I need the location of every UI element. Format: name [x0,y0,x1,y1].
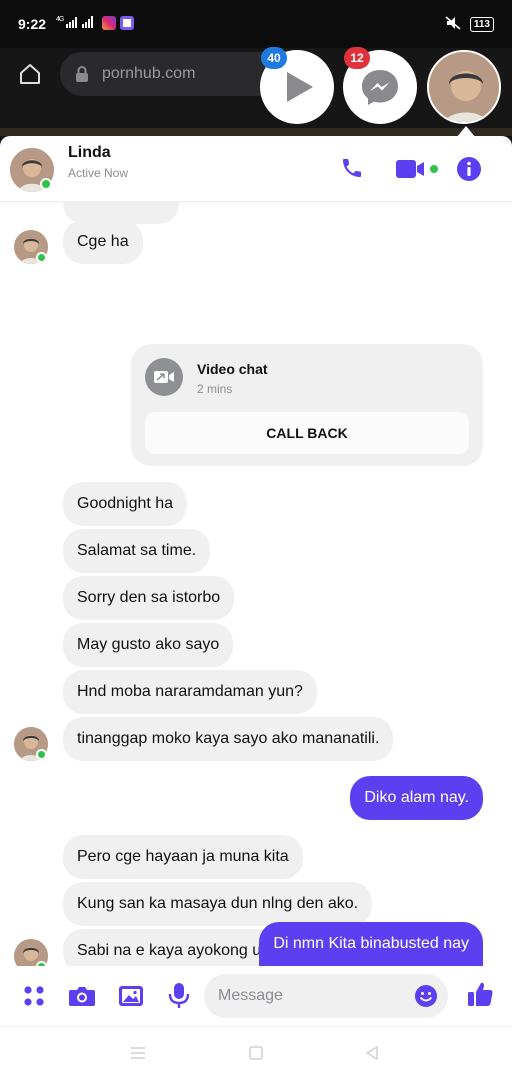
message-list: Cge ha Video chat 2 mins CALL BACK Goodn… [0,202,512,966]
camera-icon[interactable] [68,984,96,1013]
back-icon[interactable] [364,1045,380,1066]
home-button-icon[interactable] [248,1045,264,1066]
status-bar: 9:22 4G 113 [0,0,512,48]
online-indicator [40,178,52,190]
message-bubble-incoming[interactable]: May gusto ako sayo [63,623,234,667]
url-text: pornhub.com [102,65,196,82]
messenger-notification-badge: 12 [344,47,370,69]
video-call-icon[interactable] [396,158,444,185]
message-bubble-incoming[interactable]: Pero cge hayaan ja muna kita [63,835,303,879]
messenger-notification-icon [120,16,134,30]
message-bubble-outgoing[interactable]: Di nmn Kita binabusted nay [259,922,483,966]
status-time: 9:22 [18,16,47,32]
signal-icon: 4G [56,14,96,33]
page-background-strip [0,128,512,136]
microphone-icon[interactable] [168,982,190,1015]
call-back-button[interactable]: CALL BACK [145,412,469,454]
mute-icon [444,15,462,34]
message-bubble-incoming[interactable]: Cge ha [63,220,143,264]
video-chat-card: Video chat 2 mins CALL BACK [131,344,483,466]
online-indicator [36,252,47,263]
apps-menu-icon[interactable] [22,984,46,1013]
chat-window: Linda Active Now Cge ha Video chat 2 min… [0,136,512,1026]
message-bubble-incoming[interactable]: tinanggap moko kaya sayo ako mananatili. [63,717,394,761]
message-composer: Message [0,966,512,1026]
chat-header: Linda Active Now [0,136,512,202]
info-icon[interactable] [456,156,482,187]
video-call-missed-icon [145,358,183,396]
thumbs-up-icon[interactable] [466,980,494,1013]
phone-call-icon[interactable] [340,156,364,185]
message-bubble-incoming[interactable]: Sorry den sa istorbo [63,576,235,620]
message-placeholder: Message [218,987,283,1004]
video-chat-duration: 2 mins [197,382,233,396]
system-navigation-bar [0,1026,512,1080]
home-icon[interactable] [18,62,42,86]
message-bubble-outgoing[interactable]: Diko alam nay. [350,776,483,820]
contact-status: Active Now [68,166,129,180]
contact-name[interactable]: Linda [68,144,111,162]
message-bubble-incoming[interactable]: Salamat sa time. [63,529,211,573]
message-input[interactable]: Message [204,974,448,1018]
instagram-icon [102,16,116,30]
message-bubble-incoming[interactable]: Hnd moba nararamdaman yun? [63,670,317,714]
gallery-icon[interactable] [118,984,144,1013]
contact-chathead[interactable] [427,50,501,124]
emoji-icon[interactable] [414,984,438,1013]
lock-icon [74,65,90,88]
battery-icon: 113 [469,17,494,32]
message-bubble-incoming[interactable]: Goodnight ha [63,482,188,526]
recent-apps-icon[interactable] [130,1045,146,1066]
online-indicator [36,749,47,760]
video-chat-title: Video chat [197,361,268,377]
message-bubble-incoming[interactable]: Kung san ka masaya dun nlng den ako. [63,882,373,926]
network-type-label: 4G [56,16,64,23]
video-notification-badge: 40 [261,47,287,69]
